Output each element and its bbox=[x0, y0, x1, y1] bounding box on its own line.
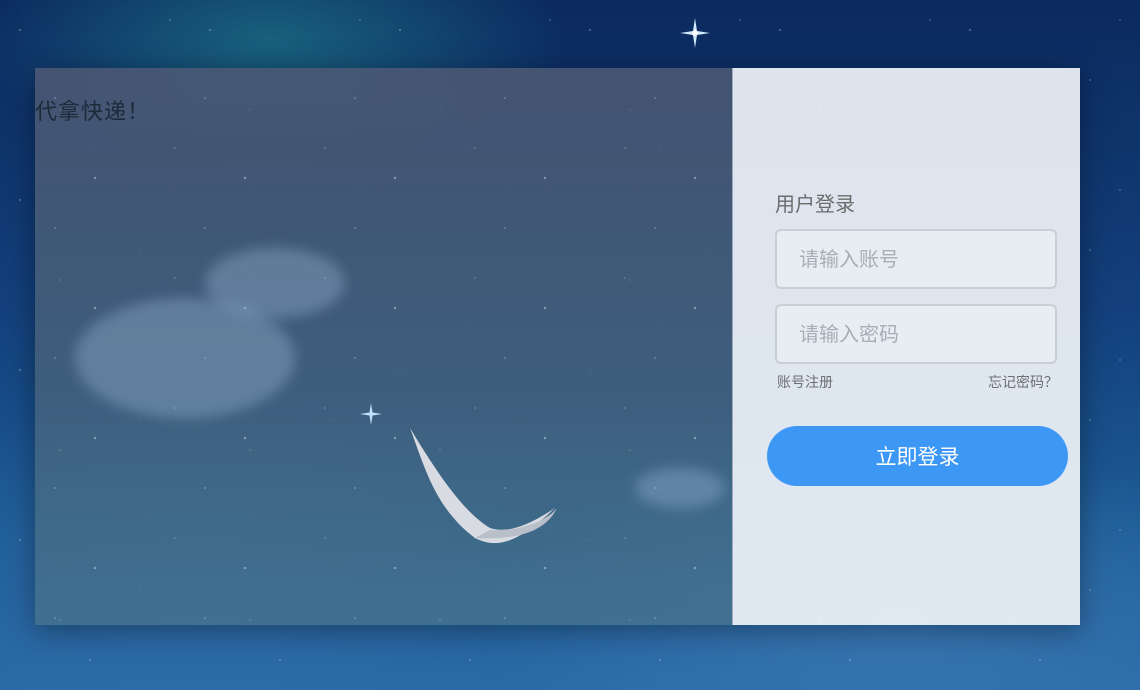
login-button[interactable]: 立即登录 bbox=[767, 426, 1068, 486]
register-link[interactable]: 账号注册 bbox=[777, 372, 833, 392]
hero-panel: 代拿快递！ bbox=[35, 68, 732, 625]
bird-illustration bbox=[410, 428, 557, 544]
login-form-panel: 用户登录 账号注册 忘记密码？ 立即登录 bbox=[732, 68, 1080, 625]
star-glint-icon bbox=[360, 403, 382, 425]
brand-title: 代拿快递！ bbox=[35, 100, 151, 125]
cloud-decoration bbox=[205, 248, 345, 318]
forgot-password-link[interactable]: 忘记密码？ bbox=[988, 372, 1058, 392]
account-input[interactable] bbox=[775, 229, 1057, 289]
password-input[interactable] bbox=[775, 304, 1057, 364]
login-heading: 用户登录 bbox=[775, 192, 855, 216]
cloud-decoration bbox=[635, 468, 725, 508]
star-glint-icon bbox=[680, 18, 710, 48]
login-card: 代拿快递！ 用户登录 账号注册 忘记密码？ 立即登录 bbox=[35, 68, 1080, 625]
